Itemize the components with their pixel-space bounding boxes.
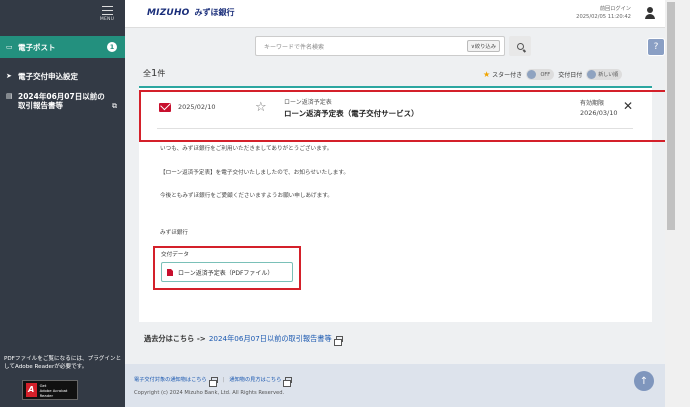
menu-button[interactable]: MENU bbox=[97, 4, 117, 26]
past-reports-row: 過去分はこちら -> 2024年06月07日以前の取引報告書等 bbox=[144, 334, 343, 346]
sidebar-item-label: 電子ポスト bbox=[18, 42, 56, 52]
adobe-name-text: Adobe Acrobat Reader bbox=[39, 387, 68, 398]
past-reports-link[interactable]: 2024年06月07日以前の取引報告書等 bbox=[209, 334, 332, 344]
external-window-icon bbox=[283, 376, 293, 387]
sidebar-item-label: 電子交付申込設定 bbox=[18, 71, 78, 81]
external-window-icon: ⧉ bbox=[112, 102, 117, 110]
scroll-to-top-button[interactable]: ↑ bbox=[634, 371, 654, 391]
arrow-right-icon: ➤ bbox=[6, 72, 12, 80]
filter-button[interactable]: ∨絞り込み bbox=[466, 40, 500, 52]
help-icon[interactable]: ? bbox=[647, 38, 665, 56]
last-login-label: 前回ログイン bbox=[599, 6, 631, 12]
highlight-box-attachment bbox=[153, 246, 301, 290]
search-placeholder: キーワードで件名検索 bbox=[264, 43, 325, 51]
adobe-logo-icon: A bbox=[26, 383, 37, 397]
search-button[interactable] bbox=[509, 36, 531, 56]
search-input[interactable]: キーワードで件名検索 ∨絞り込み bbox=[255, 36, 505, 56]
past-label: 過去分はこちら -> bbox=[144, 334, 206, 343]
footer-link-guide[interactable]: 通知物の見方はこちら bbox=[229, 376, 281, 383]
copyright: Copyright (c) 2024 Mizuho Bank, Ltd. All… bbox=[134, 390, 285, 396]
monitor-icon: ▭ bbox=[6, 43, 13, 51]
footer-link-notices[interactable]: 電子交付対象の通知物はこちら bbox=[134, 376, 207, 383]
last-login-info: 前回ログイン 2025/02/05 11:20:42 bbox=[576, 5, 631, 21]
scrollbar[interactable] bbox=[665, 0, 690, 407]
external-window-icon bbox=[333, 336, 343, 346]
footer-links: 電子交付対象の通知物はこちら | 通知物の見方はこちら bbox=[134, 376, 293, 387]
message-body-line: 今後ともみずほ銀行をご愛顧くださいますようお願い申しあげます。 bbox=[160, 193, 333, 199]
logo-en: MIZUHO bbox=[147, 7, 190, 18]
bank-logo[interactable]: MIZUHO みずほ銀行 bbox=[147, 7, 235, 18]
sidebar-item-settings[interactable]: ➤ 電子交付申込設定 bbox=[0, 66, 125, 86]
document-icon: ▤ bbox=[6, 92, 13, 100]
last-login-time: 2025/02/05 11:20:42 bbox=[576, 14, 631, 20]
sidebar-item-e-post[interactable]: ▭ 電子ポスト 1 bbox=[0, 36, 125, 58]
star-toggle-state: OFF bbox=[540, 71, 551, 78]
star-filter-label: スター付き bbox=[492, 72, 523, 79]
hamburger-icon bbox=[101, 6, 113, 15]
pdf-reader-note: PDFファイルをご覧になるには、プラグインとしてAdobe Readerが必要で… bbox=[4, 356, 122, 370]
external-window-icon bbox=[208, 376, 218, 387]
star-filter-toggle[interactable]: OFF bbox=[526, 69, 555, 80]
sidebar-item-label: 2024年06月07日以前の取引報告書等 bbox=[18, 92, 105, 110]
user-icon[interactable] bbox=[643, 6, 657, 20]
unread-count-badge: 1 bbox=[107, 42, 117, 52]
menu-label: MENU bbox=[99, 17, 115, 22]
logo-ja: みずほ銀行 bbox=[194, 8, 235, 17]
sort-order-value: 新しい順 bbox=[598, 72, 619, 78]
result-count: 全1件 bbox=[143, 68, 166, 79]
message-body-line: いつも、みずほ銀行をご利用いただきましてありがとうございます。 bbox=[160, 146, 333, 152]
star-icon: ★ bbox=[483, 70, 491, 79]
highlight-box-message bbox=[139, 90, 682, 142]
header: MIZUHO みずほ銀行 前回ログイン 2025/02/05 11:20:42 bbox=[125, 0, 665, 28]
message-signature: みずほ銀行 bbox=[160, 230, 188, 236]
search-icon bbox=[516, 42, 524, 50]
sidebar-item-past-reports[interactable]: ▤ 2024年06月07日以前の取引報告書等 ⧉ bbox=[0, 92, 125, 122]
sort-order-toggle[interactable]: 新しい順 bbox=[586, 69, 623, 80]
message-body-line: 【ローン返済予定表】を電子交付いたしましたので、お知らせいたします。 bbox=[160, 170, 350, 176]
search-bar: キーワードで件名検索 ∨絞り込み bbox=[255, 36, 533, 56]
footer: 電子交付対象の通知物はこちら | 通知物の見方はこちら Copyright (c… bbox=[125, 364, 665, 407]
list-toggles: ★ スター付き OFF 交付日付 新しい順 bbox=[483, 69, 623, 80]
adobe-reader-link[interactable]: A Get Adobe Acrobat Reader bbox=[22, 380, 78, 400]
sort-label: 交付日付 bbox=[558, 72, 583, 79]
sidebar: MENU ▭ 電子ポスト 1 ➤ 電子交付申込設定 ▤ 2024年06月07日以… bbox=[0, 0, 125, 407]
scrollbar-thumb[interactable] bbox=[667, 2, 675, 230]
